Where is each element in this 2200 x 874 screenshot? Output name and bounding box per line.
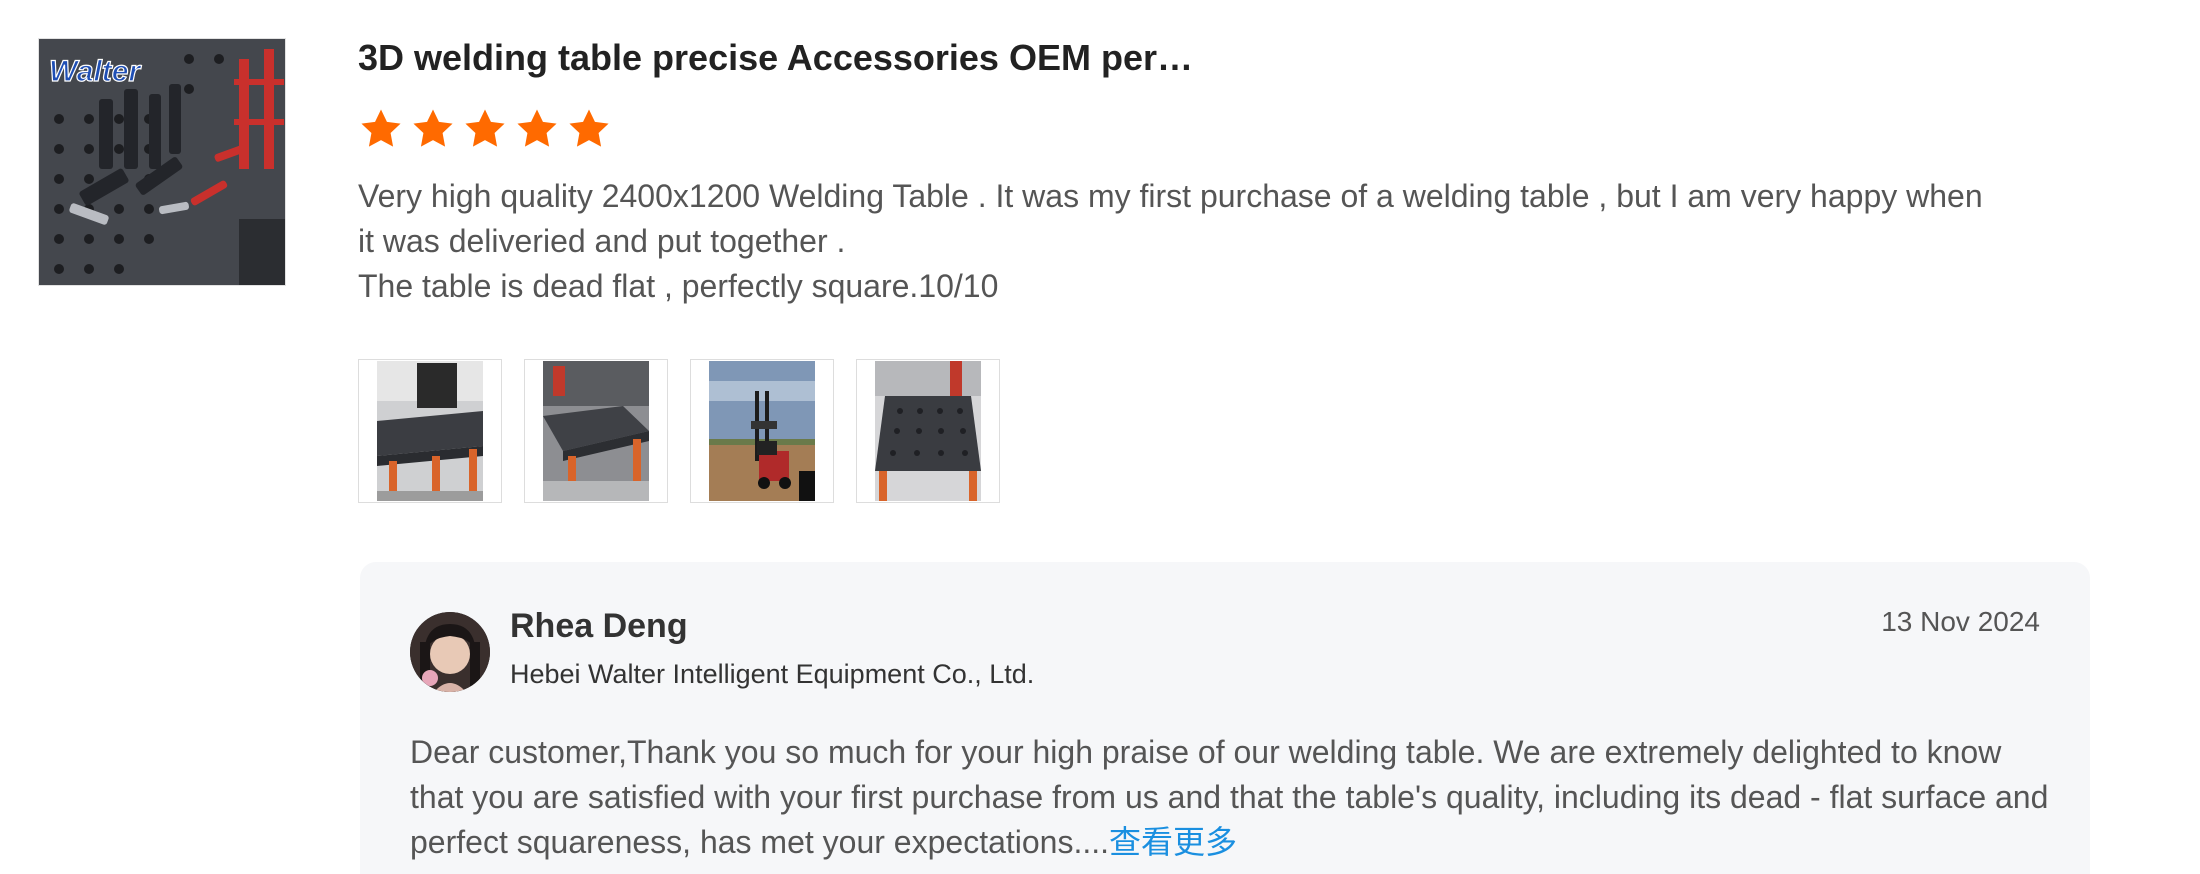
reply-date: 13 Nov 2024 xyxy=(1881,606,2040,637)
review-text: Very high quality 2400x1200 Welding Tabl… xyxy=(358,174,1998,309)
seller-reply: Rhea Deng Hebei Walter Intelligent Equip… xyxy=(360,562,2090,874)
walter-logo-text: Walter xyxy=(49,55,142,88)
star-icon xyxy=(462,106,508,156)
review-image-4[interactable] xyxy=(856,359,1000,503)
avatar xyxy=(410,612,490,692)
product-title[interactable]: 3D welding table precise Accessories OEM… xyxy=(358,30,2098,86)
review-image-3[interactable] xyxy=(690,359,834,503)
review-image-1[interactable] xyxy=(358,359,502,503)
review-images xyxy=(358,359,2098,503)
see-more-link[interactable]: 查看更多 xyxy=(1109,824,1237,860)
reply-text: Dear customer,Thank you so much for your… xyxy=(410,730,2050,865)
star-icon xyxy=(514,106,560,156)
star-icon xyxy=(410,106,456,156)
review-content: 3D welding table precise Accessories OEM… xyxy=(358,30,2098,503)
review-card: Walter 3D welding table precise Accessor… xyxy=(0,0,2200,874)
reply-author-name: Rhea Deng xyxy=(510,607,688,645)
star-rating xyxy=(358,106,2098,156)
star-icon xyxy=(566,106,612,156)
product-thumbnail[interactable]: Walter xyxy=(38,38,286,286)
star-icon xyxy=(358,106,404,156)
reply-company-name: Hebei Walter Intelligent Equipment Co., … xyxy=(510,659,1035,689)
review-text-line-1: Very high quality 2400x1200 Welding Tabl… xyxy=(358,178,1983,259)
review-text-line-2: The table is dead flat , perfectly squar… xyxy=(358,268,999,304)
review-image-2[interactable] xyxy=(524,359,668,503)
